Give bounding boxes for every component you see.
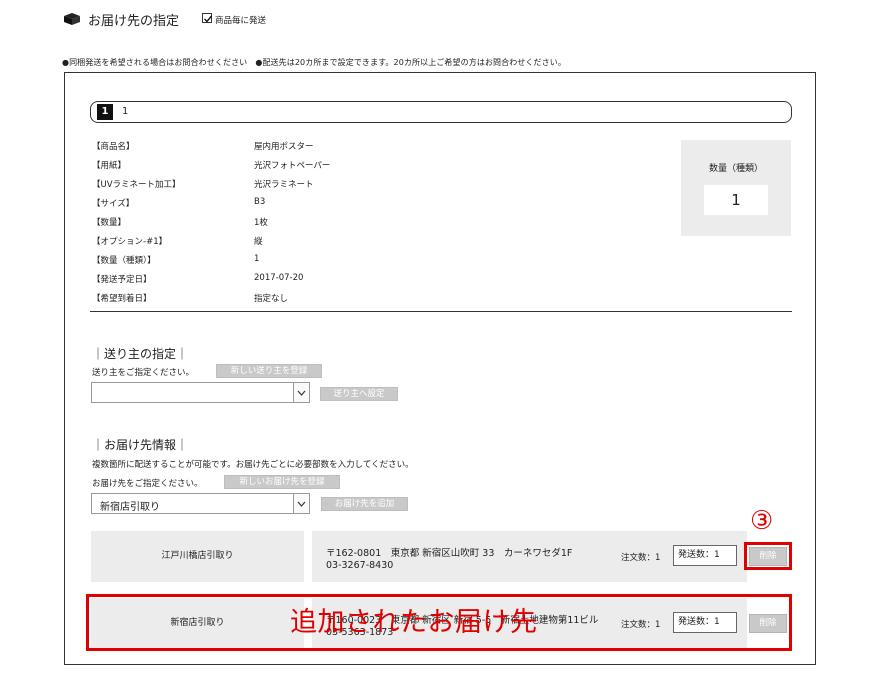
- spec-value: 2017-07-20: [254, 273, 304, 283]
- spec-value: 屋内用ポスター: [254, 142, 314, 152]
- spec-value: 1: [254, 254, 260, 264]
- destination-phone: 03-3267-8430: [326, 560, 394, 571]
- spec-value: 縦: [254, 237, 263, 247]
- set-sender-button[interactable]: 送り主へ設定: [320, 387, 398, 401]
- spec-value: B3: [254, 197, 266, 207]
- spec-label: 【数量（種類）】: [92, 256, 156, 266]
- spec-label: 【オプション-#1】: [92, 237, 168, 247]
- spec-label: 【サイズ】: [92, 199, 135, 209]
- section-divider: [90, 311, 792, 312]
- spec-label: 【商品名】: [92, 142, 135, 152]
- spec-label: 【UVラミネート加工】: [92, 180, 181, 190]
- added-destination-note: 追加されたお届け先: [290, 607, 538, 638]
- ship-per-item-checkbox[interactable]: [202, 13, 213, 23]
- spec-label: 【希望到着日】: [92, 294, 152, 304]
- delivery-section-title: ｜お届け先情報｜: [92, 438, 189, 452]
- pager-page-link[interactable]: 1: [122, 106, 128, 117]
- sender-section-title: ｜送り主の指定｜: [92, 347, 189, 361]
- destination-select[interactable]: 新宿店引取り: [91, 493, 310, 514]
- chevron-down-icon[interactable]: [293, 383, 309, 402]
- send-quantity-input[interactable]: 発送数：1: [673, 545, 737, 566]
- shipping-notice: ●同梱発送を希望される場合はお問合わせください ●配送先は20カ所まで設定できま…: [62, 58, 566, 67]
- spec-label: 【発送予定日】: [92, 275, 152, 285]
- pager-current-page[interactable]: 1: [97, 104, 113, 120]
- delivery-select-instruction: お届け先をご指定ください。: [92, 479, 203, 489]
- destination-name: 江戸川橋店引取り: [91, 531, 304, 582]
- spec-label: 【用紙】: [92, 161, 127, 171]
- register-sender-button[interactable]: 新しい送り主を登録: [216, 364, 322, 378]
- order-count: 注文数：1: [621, 553, 661, 563]
- register-destination-button[interactable]: 新しいお届け先を登録: [224, 475, 340, 489]
- spec-value: 指定なし: [254, 294, 289, 304]
- step-marker: ③: [750, 506, 774, 536]
- delete-button-highlight: [744, 542, 792, 570]
- sender-instruction: 送り主をご指定ください。: [92, 368, 195, 378]
- page-title: お届け先の指定: [88, 14, 180, 29]
- sender-select[interactable]: [91, 382, 310, 403]
- destination-address: 〒162-0801 東京都 新宿区山吹町 33 カーネワセダ1F: [326, 548, 573, 559]
- quantity-types-label: 数量（種類）: [708, 164, 763, 174]
- chevron-down-icon[interactable]: [293, 494, 309, 513]
- spec-label: 【数量】: [92, 218, 127, 228]
- spec-value: 光沢ラミネート: [254, 180, 314, 190]
- destination-select-value: 新宿店引取り: [100, 502, 160, 513]
- add-destination-button[interactable]: お届け先を追加: [321, 497, 408, 511]
- item-pager: [90, 101, 792, 123]
- ship-per-item-label[interactable]: 商品毎に発送: [215, 14, 266, 26]
- spec-value: 光沢フォトペーパー: [254, 161, 331, 171]
- delivery-instruction: 複数箇所に配送することが可能です。お届け先ごとに必要部数を入力してください。: [92, 460, 414, 470]
- quantity-types-value: 1: [704, 185, 768, 215]
- spec-value: 1枚: [254, 218, 268, 228]
- box-icon: [62, 12, 82, 26]
